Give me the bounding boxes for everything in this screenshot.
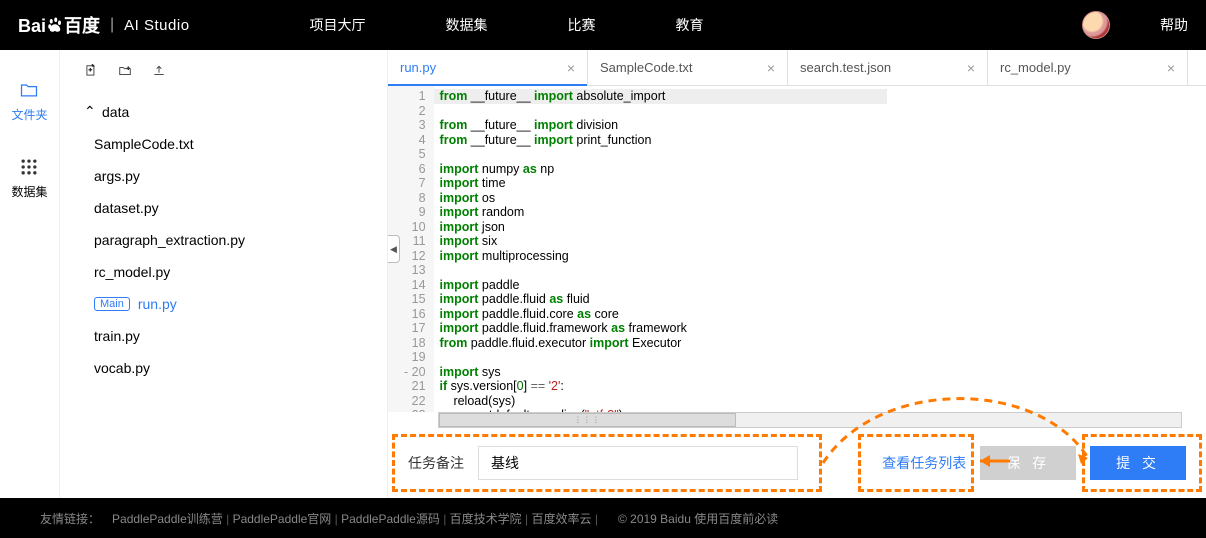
new-folder-icon[interactable]: +	[118, 64, 132, 83]
folder-icon	[19, 80, 39, 100]
grid-icon	[19, 157, 39, 177]
tree-file[interactable]: dataset.py	[66, 192, 387, 224]
rail-datasets-label: 数据集	[11, 183, 47, 200]
nav-projects[interactable]: 项目大厅	[310, 15, 366, 35]
submit-button[interactable]: 提 交	[1090, 446, 1186, 480]
file-tree: ⌃ dataSampleCode.txtargs.pydataset.pypar…	[60, 95, 387, 384]
tree-file[interactable]: args.py	[66, 160, 387, 192]
file-explorer: + + ⌃ dataSampleCode.txtargs.pydataset.p…	[60, 50, 388, 498]
action-bar: 任务备注 查看任务列表 保 存 提 交	[388, 428, 1206, 498]
avatar[interactable]	[1082, 11, 1110, 39]
nav-edu[interactable]: 教育	[676, 15, 704, 35]
left-rail: 文件夹 数据集	[0, 50, 60, 498]
tree-file[interactable]: vocab.py	[66, 352, 387, 384]
footer-link[interactable]: PaddlePaddle训练营	[112, 512, 223, 526]
help-link[interactable]: 帮助	[1160, 15, 1188, 35]
rail-datasets[interactable]: 数据集	[11, 157, 47, 200]
editor-tab[interactable]: search.test.json×	[788, 50, 988, 85]
fold-gutter-handle[interactable]: ◀	[388, 235, 400, 263]
rail-files-label: 文件夹	[11, 106, 47, 123]
new-file-icon[interactable]: +	[84, 64, 98, 83]
code-content[interactable]: from __future__ import absolute_import f…	[434, 86, 693, 412]
logo[interactable]: Bai百度 | AI Studio	[18, 12, 190, 39]
close-icon[interactable]: ×	[967, 60, 975, 76]
top-header: Bai百度 | AI Studio 项目大厅 数据集 比赛 教育 帮助	[0, 0, 1206, 50]
close-icon[interactable]: ×	[567, 60, 575, 76]
logo-ai-studio: AI Studio	[124, 17, 189, 34]
footer-link[interactable]: PaddlePaddle源码	[341, 512, 440, 526]
logo-divider: |	[110, 16, 114, 34]
code-editor[interactable]: ◀ 12345678910111213141516171819- 2021222…	[388, 86, 1206, 412]
footer-link[interactable]: 百度技术学院	[450, 512, 522, 526]
editor-tab[interactable]: rc_model.py×	[988, 50, 1188, 85]
tree-folder-data[interactable]: ⌃ data	[66, 95, 387, 128]
close-icon[interactable]: ×	[1167, 60, 1175, 76]
footer-copyright: © 2019 Baidu 使用百度前必读	[618, 510, 778, 527]
svg-text:+: +	[89, 68, 93, 74]
tree-file[interactable]: Mainrun.py	[66, 288, 387, 320]
footer-link[interactable]: 百度效率云	[531, 512, 591, 526]
tree-file[interactable]: train.py	[66, 320, 387, 352]
save-button[interactable]: 保 存	[980, 446, 1076, 480]
upload-icon[interactable]	[152, 64, 166, 83]
nav-datasets[interactable]: 数据集	[446, 15, 488, 35]
close-icon[interactable]: ×	[767, 60, 775, 76]
footer-prefix: 友情链接：	[40, 510, 100, 527]
tree-file[interactable]: SampleCode.txt	[66, 128, 387, 160]
editor-tab[interactable]: SampleCode.txt×	[588, 50, 788, 85]
remark-label: 任务备注	[408, 453, 464, 473]
main: 文件夹 数据集 + + ⌃ dataSampleCode.txtargs.pyd…	[0, 50, 1206, 498]
tree-file[interactable]: paragraph_extraction.py	[66, 224, 387, 256]
nav-contests[interactable]: 比赛	[568, 15, 596, 35]
scrollbar-thumb[interactable]: ⋮⋮⋮	[439, 413, 736, 427]
editor-tabs: run.py×SampleCode.txt×search.test.json×r…	[388, 50, 1206, 86]
svg-text:+: +	[127, 66, 130, 72]
header-right: 帮助	[1082, 11, 1188, 39]
tree-file[interactable]: rc_model.py	[66, 256, 387, 288]
footer-link[interactable]: PaddlePaddle官网	[233, 512, 332, 526]
remark-input[interactable]	[478, 446, 798, 480]
horizontal-scrollbar[interactable]: ⋮⋮⋮	[438, 412, 1182, 428]
explorer-toolbar: + +	[60, 64, 387, 95]
baidu-paw-icon: Bai百度	[18, 12, 100, 39]
view-tasks-link[interactable]: 查看任务列表	[882, 453, 966, 473]
editor-area: run.py×SampleCode.txt×search.test.json×r…	[388, 50, 1206, 498]
footer: 友情链接： PaddlePaddle训练营 | PaddlePaddle官网 |…	[0, 498, 1206, 538]
top-nav: 项目大厅 数据集 比赛 教育	[310, 15, 704, 35]
editor-tab[interactable]: run.py×	[388, 50, 588, 85]
rail-files[interactable]: 文件夹	[11, 80, 47, 123]
